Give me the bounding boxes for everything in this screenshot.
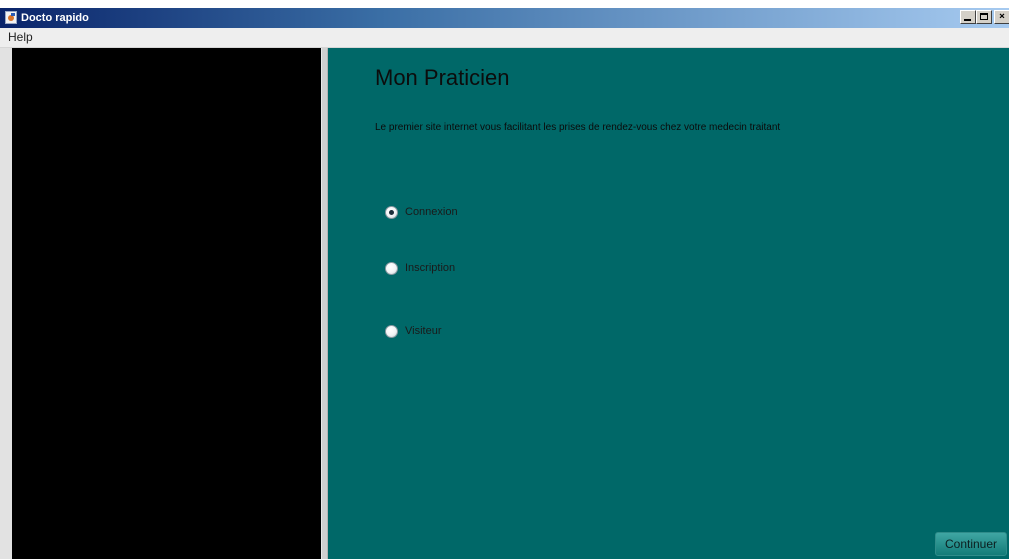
minimize-icon <box>964 19 971 21</box>
java-cup-icon <box>5 11 17 24</box>
radio-selected-icon[interactable] <box>385 206 398 219</box>
menubar: Help <box>0 28 1009 48</box>
left-image-panel <box>12 48 321 559</box>
right-content-panel: Mon Praticien Le premier site internet v… <box>328 48 1009 559</box>
maximize-button[interactable] <box>976 10 992 24</box>
minimize-button[interactable] <box>960 10 976 24</box>
menu-help[interactable]: Help <box>8 30 33 45</box>
radio-visiteur-label[interactable]: Visiteur <box>405 325 441 338</box>
page-title: Mon Praticien <box>375 65 510 90</box>
close-button[interactable]: × <box>994 10 1009 24</box>
window-left-border <box>0 48 12 559</box>
tagline: Le premier site internet vous facilitant… <box>375 122 781 133</box>
radio-inscription-label[interactable]: Inscription <box>405 262 455 275</box>
radio-unselected-icon[interactable] <box>385 325 398 338</box>
window-title: Docto rapido <box>21 12 89 24</box>
window-titlebar[interactable]: Docto rapido × <box>0 8 1009 28</box>
maximize-icon <box>980 13 988 20</box>
close-icon: × <box>998 11 1006 22</box>
split-pane-divider[interactable] <box>321 48 328 559</box>
radio-unselected-icon[interactable] <box>385 262 398 275</box>
radio-connexion-label[interactable]: Connexion <box>405 206 458 219</box>
continue-button[interactable]: Continuer <box>935 532 1007 556</box>
screen-top-strip <box>0 0 1009 8</box>
